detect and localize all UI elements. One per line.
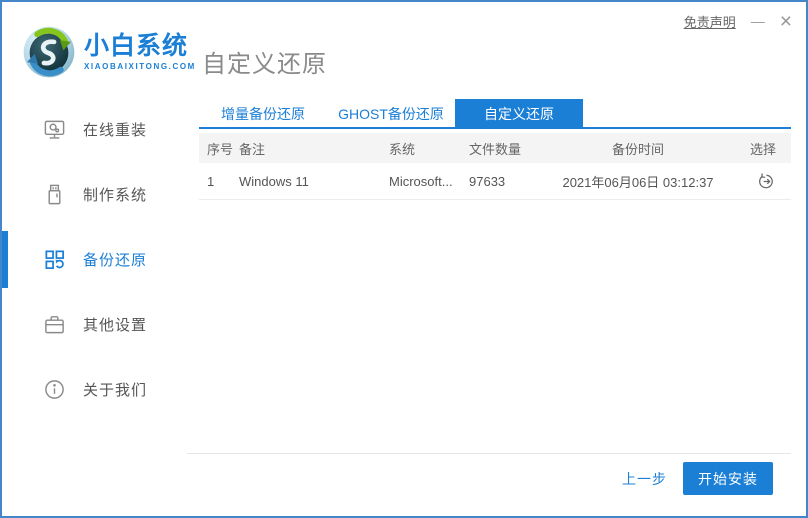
back-link[interactable]: 上一步 bbox=[622, 469, 667, 489]
page-title: 自定义还原 bbox=[202, 51, 327, 78]
sidebar-item-about-us[interactable]: 关于我们 bbox=[2, 357, 187, 422]
col-header-select: 选择 bbox=[749, 141, 776, 157]
sidebar-item-label: 其他设置 bbox=[83, 317, 148, 334]
col-header-files: 文件数量 bbox=[469, 141, 522, 157]
close-button[interactable]: × bbox=[780, 11, 792, 32]
tab-incremental-backup-restore[interactable]: 增量备份还原 bbox=[199, 99, 327, 127]
cell-select bbox=[734, 172, 791, 191]
sync-sphere-logo-icon bbox=[23, 26, 75, 78]
col-header-note: 备注 bbox=[239, 141, 266, 157]
sidebar-item-label: 备份还原 bbox=[83, 252, 148, 269]
backup-grid-icon bbox=[42, 248, 66, 272]
sidebar-item-label: 制作系统 bbox=[83, 187, 148, 204]
window-controls: 免责声明 — × bbox=[684, 11, 792, 32]
restore-history-icon[interactable] bbox=[757, 172, 776, 191]
main-content: 增量备份还原 GHOST备份还原 自定义还原 序号 备注 系统 文件数量 备份时… bbox=[187, 99, 791, 516]
sidebar-item-online-reinstall[interactable]: 在线重装 bbox=[2, 97, 187, 162]
info-circle-icon bbox=[42, 378, 66, 402]
footer-bar: 上一步 开始安装 bbox=[187, 453, 791, 503]
col-header-seq: 序号 bbox=[207, 141, 234, 157]
col-header-time: 备份时间 bbox=[611, 141, 664, 157]
briefcase-icon bbox=[42, 313, 66, 337]
col-header-system: 系统 bbox=[389, 141, 416, 157]
cell-files: 97633 bbox=[469, 173, 506, 189]
sidebar-item-other-settings[interactable]: 其他设置 bbox=[2, 292, 187, 357]
app-window: 小白系统 XIAOBAIXITONG.COM 自定义还原 免责声明 — × 在线… bbox=[0, 0, 808, 518]
brand-name: 小白系统 bbox=[84, 31, 189, 60]
cell-seq: 1 bbox=[207, 173, 215, 189]
sidebar-item-make-system[interactable]: 制作系统 bbox=[2, 162, 187, 227]
header-bar: 小白系统 XIAOBAIXITONG.COM 自定义还原 免责声明 — × bbox=[2, 2, 806, 99]
tab-custom-restore[interactable]: 自定义还原 bbox=[455, 99, 583, 127]
tab-bar: 增量备份还原 GHOST备份还原 自定义还原 bbox=[199, 99, 791, 129]
sidebar-item-label: 在线重装 bbox=[83, 122, 148, 139]
backup-table: 序号 备注 系统 文件数量 备份时间 选择 1 Windows 11 Micro… bbox=[199, 133, 791, 200]
tab-ghost-backup-restore[interactable]: GHOST备份还原 bbox=[327, 99, 455, 127]
disclaimer-link[interactable]: 免责声明 bbox=[684, 12, 736, 31]
sidebar-item-backup-restore[interactable]: 备份还原 bbox=[2, 227, 187, 292]
sidebar: 在线重装 制作系统 备份还原 其他设置 关于我们 bbox=[2, 97, 187, 516]
cell-time: 2021年06月06日 03:12:37 bbox=[562, 174, 714, 190]
sidebar-item-label: 关于我们 bbox=[83, 382, 148, 399]
brand-domain: XIAOBAIXITONG.COM bbox=[84, 61, 196, 71]
monitor-icon bbox=[42, 118, 66, 142]
brand-logo: 小白系统 XIAOBAIXITONG.COM bbox=[22, 25, 196, 79]
minimize-button[interactable]: — bbox=[751, 14, 765, 30]
table-row[interactable]: 1 Windows 11 Microsoft... 97633 2021年06月… bbox=[199, 163, 791, 200]
cell-note: Windows 11 bbox=[239, 173, 309, 189]
table-header-row: 序号 备注 系统 文件数量 备份时间 选择 bbox=[199, 133, 791, 163]
usb-drive-icon bbox=[42, 183, 66, 207]
cell-system: Microsoft... bbox=[389, 173, 453, 189]
start-install-button[interactable]: 开始安装 bbox=[683, 462, 773, 495]
brand-text: 小白系统 XIAOBAIXITONG.COM bbox=[84, 31, 196, 71]
